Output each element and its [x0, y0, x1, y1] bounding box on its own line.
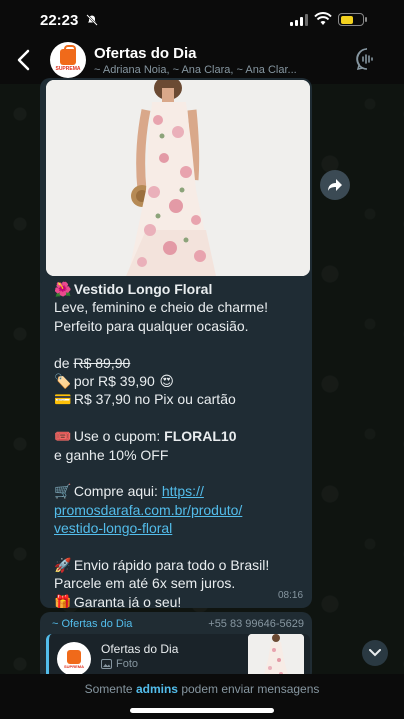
- sender-phone: +55 83 99646-5629: [208, 618, 304, 630]
- photo-icon: [101, 659, 112, 669]
- coupon-suffix: e ganhe 10% OFF: [54, 446, 169, 463]
- product-link-part-2[interactable]: promosdarafa.com.br/produto/: [54, 501, 304, 519]
- forward-arrow-icon: [328, 179, 342, 191]
- shopping-cart-icon: 🛒: [54, 483, 72, 500]
- shipping-line: 🚀 Envio rápido para todo o Brasil!: [54, 556, 304, 574]
- home-indicator[interactable]: [130, 708, 274, 713]
- group-avatar[interactable]: SUPREMA: [50, 42, 86, 78]
- credit-card-icon: 💳: [54, 391, 72, 408]
- cellular-signal-icon: [290, 14, 308, 26]
- message-time: 08:16: [278, 590, 304, 601]
- footer: Somente admins podem enviar mensagens: [0, 674, 404, 719]
- guarantee-text: Garanta já o seu!: [73, 593, 182, 608]
- sender-name[interactable]: ~ Ofertas do Dia: [52, 618, 132, 630]
- bell-muted-icon: [86, 14, 98, 26]
- wifi-icon: [314, 12, 332, 25]
- scroll-down-button[interactable]: [362, 640, 388, 666]
- status-bar: 22:23: [0, 0, 404, 40]
- pix-price: R$ 37,90 no Pix ou cartão: [73, 391, 236, 408]
- buy-line: 🛒 Compre aqui: https://: [54, 482, 304, 500]
- back-arrow-icon[interactable]: [14, 48, 34, 72]
- coupon-prefix: Use o cupom:: [73, 428, 161, 445]
- new-price-line: 🏷️ por R$ 39,90 😍: [54, 372, 304, 390]
- heart-eyes-icon: 😍: [159, 373, 175, 390]
- buy-label: Compre aqui:: [73, 483, 158, 500]
- guarantee-line: 🎁 Garanta já o seu!: [54, 593, 304, 608]
- product-photo[interactable]: [46, 80, 310, 276]
- description-line-2: Perfeito para qualquer ocasião.: [54, 317, 249, 334]
- battery-icon: [338, 13, 364, 26]
- notice-prefix: Somente: [84, 682, 133, 696]
- coupon-line: 🎟️ Use o cupom: FLORAL10: [54, 427, 304, 445]
- shipping-text: Envio rápido para todo o Brasil!: [73, 557, 270, 574]
- product-title-line: 🌺 Vestido Longo Floral: [54, 280, 304, 298]
- price-tag-icon: 🏷️: [54, 373, 72, 390]
- battery-tip: [365, 17, 367, 22]
- forward-button[interactable]: [320, 170, 350, 200]
- status-time: 22:23: [40, 12, 79, 29]
- pix-price-line: 💳 R$ 37,90 no Pix ou cartão: [54, 390, 304, 408]
- quoted-title: Ofertas do Dia: [101, 642, 179, 656]
- quoted-subtitle: Foto: [101, 658, 138, 670]
- shopping-bag-icon: [67, 649, 81, 664]
- quoted-type: Foto: [116, 658, 139, 670]
- quoted-avatar-brand: SUPREMA: [63, 663, 84, 669]
- admins-link[interactable]: admins: [136, 682, 178, 696]
- description-line-1: Leve, feminino e cheio de charme!: [54, 299, 269, 316]
- old-price-line: de R$ 89,90: [54, 354, 304, 372]
- de-label: de: [54, 354, 70, 371]
- product-title: Vestido Longo Floral: [73, 281, 213, 297]
- ticket-icon: 🎟️: [54, 428, 72, 445]
- product-link-part-3[interactable]: vestido-longo-floral: [54, 519, 304, 537]
- quoted-avatar: SUPREMA: [57, 642, 91, 676]
- admin-only-notice: Somente admins podem enviar mensagens: [0, 682, 404, 696]
- avatar-brand: SUPREMA: [55, 65, 81, 72]
- new-price: por R$ 39,90: [73, 373, 155, 390]
- chat-title[interactable]: Ofertas do Dia: [94, 45, 197, 62]
- notice-suffix: podem enviar mensagens: [181, 682, 320, 696]
- hibiscus-icon: 🌺: [54, 281, 72, 297]
- message-text: 🌺 Vestido Longo Floral Leve, feminino e …: [54, 280, 304, 608]
- gift-icon: 🎁: [54, 593, 72, 608]
- product-link-part-1[interactable]: https://: [162, 483, 204, 499]
- old-price: R$ 89,90: [73, 354, 131, 371]
- rocket-icon: 🚀: [54, 557, 72, 574]
- dress-image: [46, 80, 310, 276]
- message-bubble[interactable]: 🌺 Vestido Longo Floral Leve, feminino e …: [40, 78, 312, 608]
- chat-members[interactable]: ~ Adriana Noia, ~ Ana Clara, ~ Ana Clar.…: [94, 64, 304, 76]
- chevron-down-icon: [369, 649, 381, 657]
- message-bubble-2[interactable]: ~ Ofertas do Dia +55 83 99646-5629 SUPRE…: [40, 612, 312, 682]
- coupon-code[interactable]: FLORAL10: [164, 428, 236, 444]
- shopping-bag-icon: [60, 44, 76, 65]
- voice-chat-icon[interactable]: [354, 46, 380, 72]
- installments-line: Parcele em até 6x sem juros.: [54, 575, 236, 592]
